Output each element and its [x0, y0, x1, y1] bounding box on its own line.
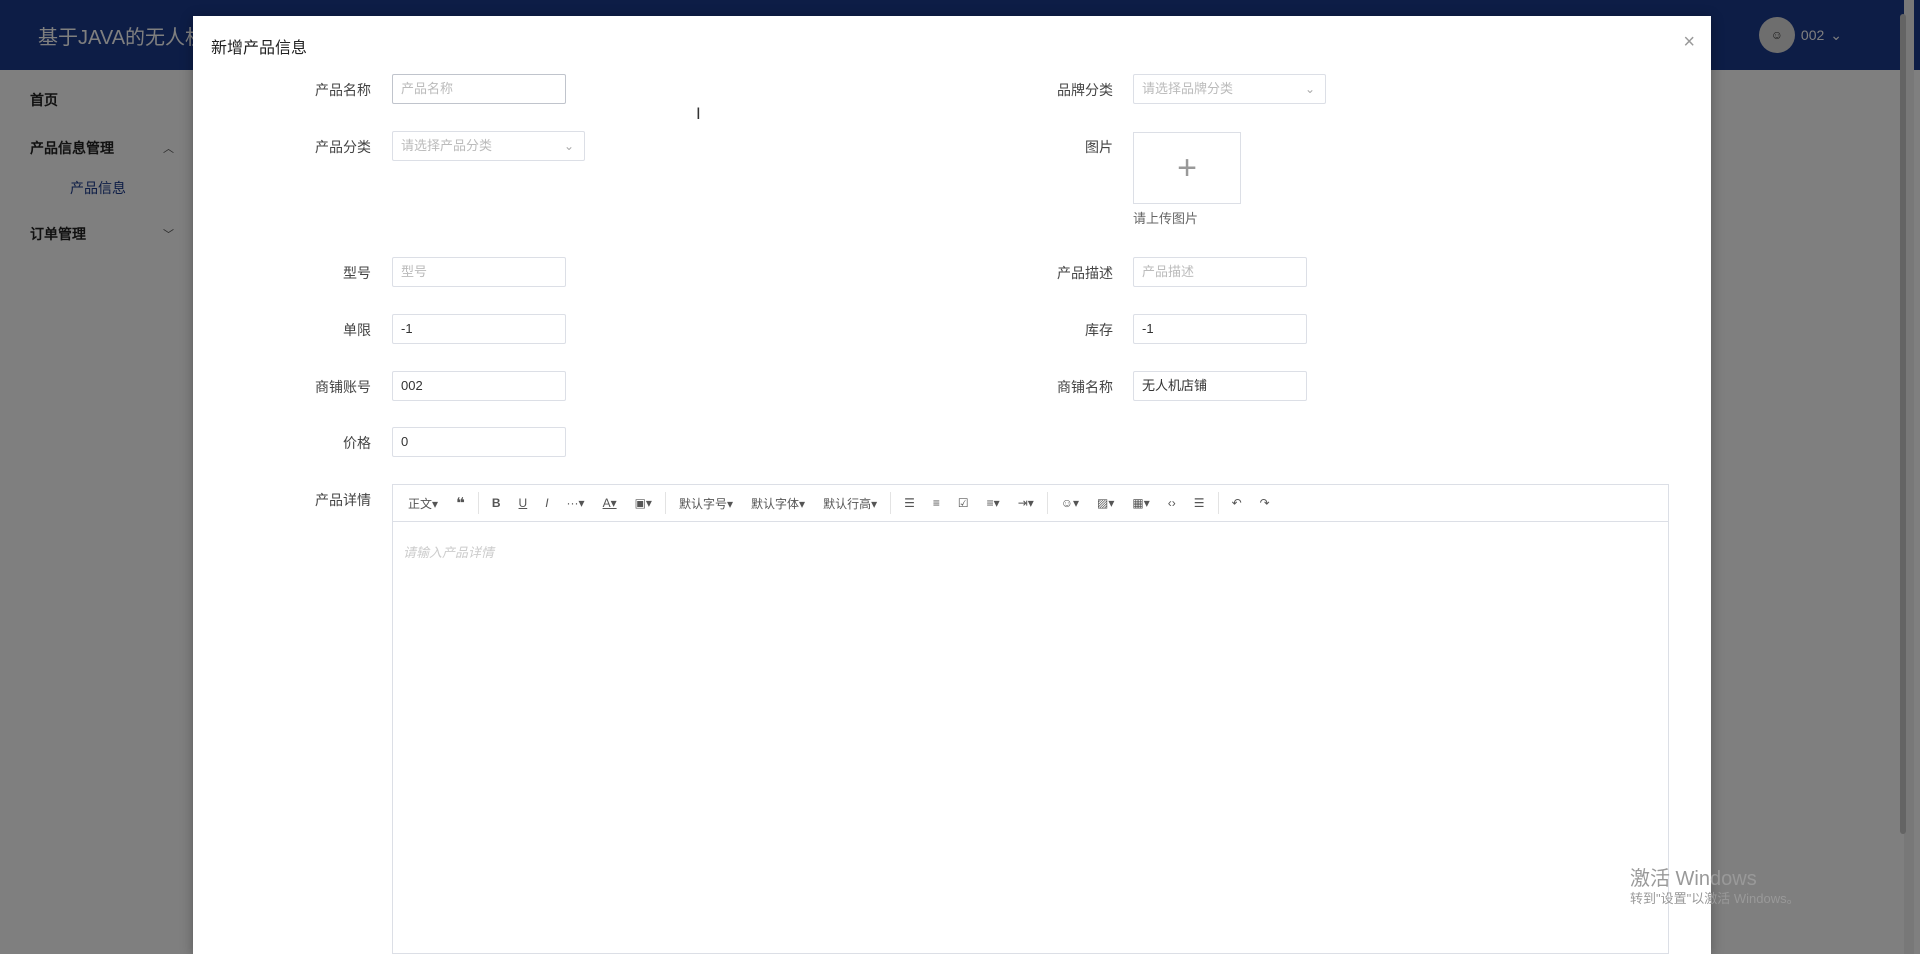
stock-input[interactable]: -1 [1133, 314, 1307, 344]
category-select[interactable]: 请选择产品分类 ⌄ [392, 131, 585, 161]
shop-name-label: 商铺名称 [1057, 379, 1113, 395]
close-icon[interactable]: × [1683, 32, 1695, 52]
emoji-icon[interactable]: ☺▾ [1052, 496, 1088, 510]
code-icon[interactable]: ‹› [1159, 496, 1185, 510]
indent-icon[interactable]: ⇥▾ [1009, 496, 1043, 510]
text-cursor-icon: Ⅰ [696, 106, 701, 123]
editor-placeholder: 请输入产品详情 [403, 545, 495, 560]
toolbar-divider [664, 492, 666, 514]
model-input[interactable]: 型号 [392, 257, 566, 287]
todo-icon[interactable]: ☑ [949, 496, 978, 510]
limit-label: 单限 [343, 322, 371, 338]
paragraph-label: 正文 [408, 496, 433, 511]
editor-content-area[interactable]: 请输入产品详情 [393, 522, 1668, 954]
quote-icon[interactable]: ❝ [447, 494, 474, 512]
toolbar-divider [477, 492, 479, 514]
redo-icon[interactable]: ↷ [1251, 496, 1279, 510]
shop-name-input[interactable]: 无人机店铺 [1133, 371, 1307, 401]
image-upload-hint: 请上传图片 [1133, 211, 1199, 226]
background-color-icon[interactable]: ▣▾ [626, 496, 661, 510]
divider-icon[interactable]: ☰ [1185, 496, 1214, 510]
rich-text-editor: 正文▾ ❝ B U I ···▾ A▾ ▣▾ 默认字号▾ 默认字体▾ 默认行高▾… [392, 484, 1669, 954]
stock-label: 库存 [1085, 322, 1113, 338]
chevron-down-icon: ⌄ [563, 139, 574, 153]
price-label: 价格 [343, 435, 371, 451]
category-select-placeholder: 请选择产品分类 [401, 138, 493, 153]
numbered-list-icon[interactable]: ≡ [924, 496, 949, 510]
brand-select-placeholder: 请选择品牌分类 [1142, 81, 1234, 96]
paragraph-dropdown[interactable]: 正文▾ [399, 495, 447, 512]
font-color-icon[interactable]: A▾ [594, 496, 626, 510]
bold-icon[interactable]: B [483, 496, 510, 510]
font-family-label: 默认字体 [751, 496, 800, 511]
image-upload-button[interactable]: + [1133, 132, 1241, 204]
line-height-dropdown[interactable]: 默认行高▾ [814, 495, 886, 512]
add-product-dialog: 新增产品信息 × 产品名称 产品名称 Ⅰ 品牌分类 请选择品牌分类 ⌄ 产品分类… [193, 16, 1711, 954]
shop-account-label: 商铺账号 [315, 379, 371, 395]
product-name-input[interactable]: 产品名称 [392, 74, 566, 104]
toolbar-divider [890, 492, 892, 514]
plus-icon: + [1177, 148, 1197, 187]
category-label: 产品分类 [315, 139, 371, 155]
font-size-label: 默认字号 [678, 496, 727, 511]
model-label: 型号 [343, 265, 371, 281]
shop-account-input[interactable]: 002 [392, 371, 566, 401]
align-icon[interactable]: ≡▾ [978, 496, 1009, 510]
line-height-label: 默认行高 [823, 496, 872, 511]
dialog-title: 新增产品信息 [211, 40, 308, 57]
undo-icon[interactable]: ↶ [1223, 496, 1251, 510]
toolbar-divider [1217, 492, 1219, 514]
italic-icon[interactable]: I [536, 496, 557, 510]
product-name-label: 产品名称 [315, 82, 371, 98]
bulleted-list-icon[interactable]: ☰ [895, 496, 924, 510]
editor-toolbar: 正文▾ ❝ B U I ···▾ A▾ ▣▾ 默认字号▾ 默认字体▾ 默认行高▾… [393, 485, 1668, 522]
brand-select[interactable]: 请选择品牌分类 ⌄ [1133, 74, 1326, 104]
font-family-dropdown[interactable]: 默认字体▾ [742, 495, 814, 512]
image-icon[interactable]: ▨▾ [1088, 496, 1123, 510]
chevron-down-icon: ⌄ [1304, 82, 1315, 96]
table-icon[interactable]: ▦▾ [1123, 496, 1158, 510]
limit-input[interactable]: -1 [392, 314, 566, 344]
activation-watermark-title: 激活 Windows [1630, 868, 1757, 890]
brand-label: 品牌分类 [1057, 82, 1113, 98]
more-icon[interactable]: ···▾ [558, 496, 594, 510]
toolbar-divider [1046, 492, 1048, 514]
price-input[interactable]: 0 [392, 427, 566, 457]
underline-icon[interactable]: U [510, 496, 537, 510]
activation-watermark-subtitle: 转到"设置"以激活 Windows。 [1630, 891, 1800, 906]
description-label: 产品描述 [1057, 265, 1113, 281]
details-label: 产品详情 [315, 492, 371, 508]
image-label: 图片 [1085, 139, 1113, 155]
description-input[interactable]: 产品描述 [1133, 257, 1307, 287]
font-size-dropdown[interactable]: 默认字号▾ [670, 495, 742, 512]
